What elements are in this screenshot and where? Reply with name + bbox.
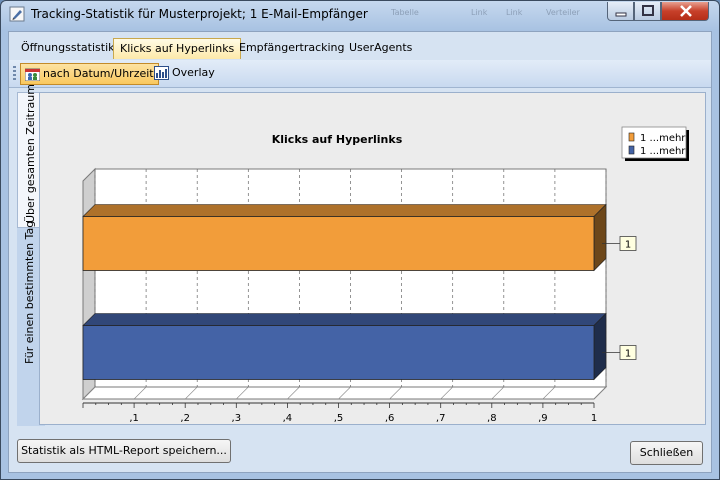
- chart-panel: Klicks auf Hyperlinks ,1 ,2 ,3 ,4 ,5 ,6 ,7 ,8 ,9 1…: [39, 92, 706, 438]
- x-tick-label: ,2: [180, 413, 190, 424]
- maximize-icon: [642, 5, 654, 16]
- x-tick-label: ,5: [334, 413, 344, 424]
- chart-title: Klicks auf Hyperlinks: [272, 133, 403, 146]
- app-pen-icon: [9, 6, 25, 22]
- side-tab-whole-period-label: Über gesamten Zeitraum: [24, 84, 37, 223]
- maximize-button[interactable]: [634, 2, 661, 21]
- bar-chart-icon: [154, 66, 169, 80]
- minimize-button[interactable]: [607, 2, 634, 21]
- clicks-chart: Klicks auf Hyperlinks ,1 ,2 ,3 ,4 ,5 ,6 ,7 ,8 ,9 1…: [81, 126, 689, 438]
- tab-link-clicks[interactable]: Klicks auf Hyperlinks: [113, 38, 242, 59]
- data-label: 1: [625, 349, 631, 360]
- ghost-label: Tabelle: [391, 8, 419, 17]
- ghost-label: Link: [506, 8, 523, 17]
- bar-top-face: [82, 204, 607, 217]
- statistics-window: Tracking-Statistik für Musterprojekt; 1 …: [0, 0, 720, 480]
- window-title: Tracking-Statistik für Musterprojekt; 1 …: [31, 7, 368, 21]
- data-label: 1: [625, 240, 631, 251]
- ghost-label: Link: [471, 8, 488, 17]
- toolbar-grip[interactable]: [13, 66, 16, 82]
- tab-useragents[interactable]: UserAgents: [343, 38, 418, 59]
- x-tick-label: ,4: [283, 413, 293, 424]
- close-icon: [680, 5, 692, 17]
- title-bar[interactable]: Tracking-Statistik für Musterprojekt; 1 …: [1, 1, 719, 29]
- tab-open-stats[interactable]: Öffnungsstatistik: [15, 38, 121, 59]
- tab-strip: Öffnungsstatistik Klicks auf Hyperlinks …: [9, 32, 711, 59]
- bar-side-face: [593, 312, 607, 381]
- by-date-button[interactable]: nach Datum/Uhrzeit: [20, 63, 159, 85]
- save-html-report-button[interactable]: Statistik als HTML-Report speichern...: [17, 439, 231, 463]
- bar-side-face: [593, 203, 607, 272]
- legend-entry: 1 ...mehr: [640, 146, 686, 157]
- overlay-button[interactable]: Overlay: [150, 63, 219, 85]
- minimize-icon: [615, 12, 627, 17]
- bar-front-face: [82, 216, 595, 271]
- x-tick-label: ,8: [487, 413, 497, 424]
- x-tick-label: ,1: [129, 413, 139, 424]
- overlay-label: Overlay: [172, 66, 215, 79]
- x-tick-label: ,9: [538, 413, 548, 424]
- side-tab-specific-day-label: Für einen bestimmten Tag: [23, 220, 36, 364]
- close-window-button[interactable]: [661, 2, 709, 21]
- x-tick-label: 1: [591, 413, 597, 424]
- people-calendar-icon: [25, 68, 40, 81]
- legend-entry: 1 ...mehr: [640, 133, 686, 144]
- x-tick-label: ,7: [436, 413, 446, 424]
- tab-recipient-tracking[interactable]: Empfängertracking: [233, 38, 351, 59]
- close-button[interactable]: Schließen: [630, 441, 703, 465]
- bar-front-face: [82, 325, 595, 380]
- client-area: Öffnungsstatistik Klicks auf Hyperlinks …: [8, 31, 712, 473]
- x-tick-label: ,3: [232, 413, 242, 424]
- by-date-label: nach Datum/Uhrzeit: [43, 67, 154, 80]
- x-tick-label: ,6: [385, 413, 395, 424]
- toolbar: nach Datum/Uhrzeit Overlay: [9, 60, 711, 88]
- legend-swatch: [628, 145, 635, 155]
- legend-swatch: [628, 132, 635, 142]
- ghost-label: Verteiler: [546, 8, 580, 17]
- bar-top-face: [82, 313, 607, 326]
